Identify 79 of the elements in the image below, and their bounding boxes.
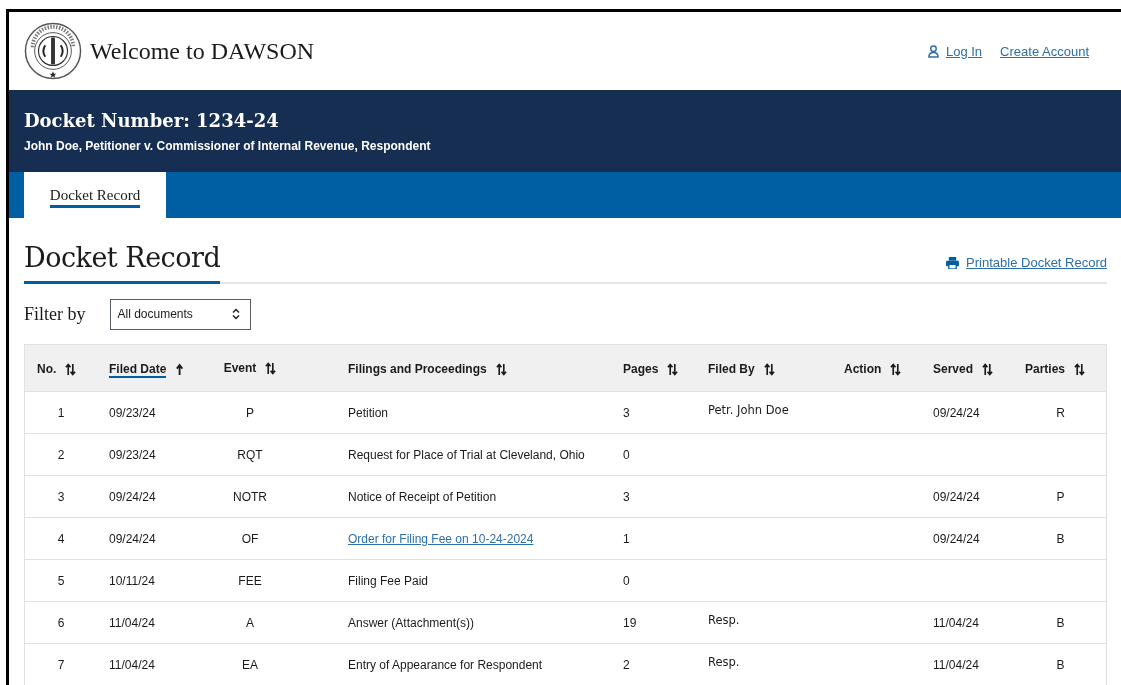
table-cell: Answer (Attachment(s)): [348, 615, 475, 630]
user-icon: [927, 44, 939, 58]
table-cell: 0: [623, 447, 630, 462]
table-cell: 4: [57, 531, 65, 546]
table-cell: 7: [57, 657, 65, 672]
table-cell: RQT: [237, 447, 263, 462]
sort-arrows-icon: [890, 362, 902, 376]
table-cell: P: [1056, 489, 1065, 504]
court-seal-icon: [24, 22, 82, 80]
table-cell: B: [1056, 615, 1065, 630]
header-link[interactable]: Create Account: [1000, 43, 1089, 59]
column-header[interactable]: Served: [933, 362, 994, 376]
table-cell: 3: [57, 489, 65, 504]
filter-dropdown[interactable]: All documents: [109, 298, 251, 330]
table-cell: 09/24/24: [109, 489, 156, 504]
table-cell: 09/23/24: [109, 405, 156, 420]
table-cell: 09/24/24: [933, 405, 980, 420]
sort-arrows-icon: [667, 362, 679, 376]
table-cell: 09/23/24: [109, 447, 156, 462]
table-cell: OF: [241, 531, 259, 546]
sort-arrows-icon: [1074, 362, 1086, 376]
table-cell: 1: [623, 531, 630, 546]
table-cell: FEE: [238, 573, 262, 588]
printer-icon: [946, 256, 960, 269]
sort-arrows-icon: [982, 362, 994, 376]
table-cell: 09/24/24: [933, 531, 980, 546]
site-title: Welcome to DAWSON: [90, 37, 315, 65]
chevron-icon: [231, 308, 240, 320]
table-cell: 1: [57, 405, 65, 420]
filter-label: Filter by: [24, 303, 86, 325]
table-cell: A: [246, 615, 254, 630]
table-cell: Entry of Appearance for Respondent: [348, 657, 543, 672]
table-cell: 10/11/24: [109, 573, 155, 588]
column-header[interactable]: Filings and Proceedings: [348, 362, 507, 376]
sort-arrows-icon: [265, 361, 277, 375]
table-cell: 2: [623, 657, 630, 672]
table-cell: NOTR: [233, 489, 267, 504]
column-header[interactable]: Parties: [1025, 362, 1086, 376]
table-cell: 09/24/24: [933, 489, 980, 504]
column-header[interactable]: Filed Date: [109, 361, 187, 378]
table-cell: Resp.: [708, 612, 740, 627]
table-cell: Filing Fee Paid: [348, 573, 429, 588]
table-cell: 09/24/24: [109, 531, 156, 546]
table-cell: 3: [623, 489, 630, 504]
table-cell: R: [1056, 405, 1065, 420]
table-cell: 11/04/24: [933, 615, 979, 630]
section-title: Docket Record: [24, 242, 221, 284]
table-cell: 11/04/24: [933, 657, 979, 672]
table-cell: 3: [623, 405, 630, 420]
print-link[interactable]: Printable Docket Record: [946, 255, 1107, 282]
column-header[interactable]: Event: [223, 361, 277, 375]
sort-arrows-icon: [495, 362, 507, 376]
table-cell: 2: [57, 447, 65, 462]
table-cell: B: [1056, 531, 1065, 546]
table-cell: Petition: [348, 405, 389, 420]
table-cell: 19: [623, 615, 637, 630]
table-cell: Resp.: [708, 654, 740, 669]
table-cell: 11/04/24: [109, 657, 155, 672]
table-cell: 0: [623, 573, 630, 588]
column-header[interactable]: Pages: [623, 362, 679, 376]
sort-arrows-icon: [65, 362, 77, 376]
table-cell: Notice of Receipt of Petition: [348, 489, 497, 504]
sort-arrows-icon: [763, 362, 775, 376]
table-cell: P: [246, 405, 254, 420]
tab[interactable]: Docket Record: [24, 172, 166, 218]
document-link[interactable]: Order for Filing Fee on 10-24-2024: [348, 531, 534, 546]
table-cell: EA: [242, 657, 258, 672]
table-cell: Petr. John Doe: [708, 402, 789, 417]
column-header[interactable]: Filed By: [708, 362, 775, 376]
column-header[interactable]: No.: [37, 362, 77, 376]
table-cell: 11/04/24: [109, 615, 155, 630]
table-cell: 6: [57, 615, 65, 630]
table-cell: Request for Place of Trial at Cleveland, Ohio: [348, 447, 585, 462]
table-cell: B: [1056, 657, 1065, 672]
docket-number: Docket Number: 1234-24: [24, 109, 280, 131]
case-caption: John Doe, Petitioner v. Commissioner of Internal Revenue, Respondent: [24, 138, 432, 153]
column-header[interactable]: Action: [844, 362, 902, 376]
header-link[interactable]: Log In: [927, 43, 983, 59]
table-cell: 5: [57, 573, 65, 588]
